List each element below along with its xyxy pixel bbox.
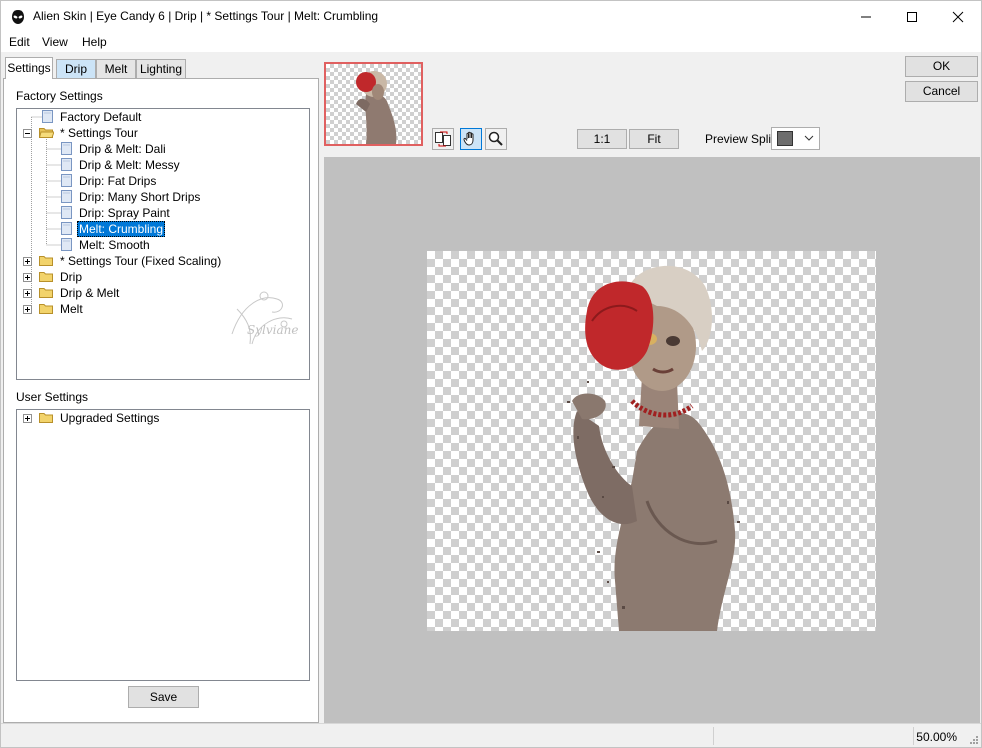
tree-item-settings-tour[interactable]: * Settings Tour — [17, 125, 309, 141]
hand-pan-button[interactable] — [460, 128, 482, 150]
tree-item-drip-melt-dali[interactable]: Drip & Melt: Dali — [17, 141, 309, 157]
minimize-icon — [861, 16, 871, 17]
menu-bar: Edit View Help — [1, 32, 981, 52]
menu-edit[interactable]: Edit — [9, 35, 30, 49]
save-button[interactable]: Save — [128, 686, 199, 708]
expand-toggle-icon[interactable] — [23, 305, 32, 314]
tab-melt[interactable]: Melt — [96, 59, 136, 78]
title-bar[interactable]: Alien Skin | Eye Candy 6 | Drip | * Sett… — [1, 1, 981, 32]
expand-toggle-icon[interactable] — [23, 257, 32, 266]
thumbnail-image — [356, 71, 397, 144]
factory-settings-tree[interactable]: Factory Default * Settings Tour Drip & M… — [16, 108, 310, 380]
maximize-button[interactable] — [889, 1, 935, 32]
menu-help[interactable]: Help — [82, 35, 107, 49]
settings-tab-pane: Factory Settings Factory Default * Setti… — [3, 78, 319, 723]
window-title: Alien Skin | Eye Candy 6 | Drip | * Sett… — [33, 9, 379, 23]
tree-item-label: Drip: Many Short Drips — [79, 190, 201, 204]
tree-item-drip-many-short-drips[interactable]: Drip: Many Short Drips — [17, 189, 309, 205]
tree-item-drip-spray-paint[interactable]: Drip: Spray Paint — [17, 205, 309, 221]
tree-item-melt-smooth[interactable]: Melt: Smooth — [17, 237, 309, 253]
preview-image — [567, 265, 740, 631]
expand-toggle-icon[interactable] — [23, 289, 32, 298]
watermark-flourish: Sylviane — [231, 291, 298, 345]
tree-item-drip-fat-drips[interactable]: Drip: Fat Drips — [17, 173, 309, 189]
tree-item-label: Drip: Spray Paint — [79, 206, 170, 220]
document-icon — [42, 110, 53, 123]
swap-preview-button[interactable] — [432, 128, 454, 150]
preview-split-dropdown[interactable] — [771, 127, 820, 150]
tab-drip[interactable]: Drip — [56, 59, 96, 78]
ok-button[interactable]: OK — [905, 56, 978, 77]
tab-lighting[interactable]: Lighting — [136, 59, 186, 78]
folder-icon — [39, 256, 53, 266]
expand-toggle-icon[interactable] — [23, 414, 32, 423]
folder-icon — [39, 272, 53, 282]
cancel-button[interactable]: Cancel — [905, 81, 978, 102]
tree-item-label: Drip & Melt: Messy — [79, 158, 180, 172]
tree-item-label: Factory Default — [60, 110, 142, 124]
zoom-button[interactable] — [485, 128, 507, 150]
settings-panel: Settings Drip Melt Lighting Factory Sett… — [1, 52, 321, 723]
close-icon — [952, 11, 964, 22]
zoom-level: 50.00% — [916, 730, 957, 744]
document-icon — [61, 238, 72, 251]
zoom-magnifier-icon — [488, 131, 503, 146]
resize-grip-icon[interactable] — [967, 733, 979, 745]
document-icon — [61, 190, 72, 203]
tree-item-drip-melt-messy[interactable]: Drip & Melt: Messy — [17, 157, 309, 173]
preview-canvas[interactable] — [427, 251, 876, 631]
preview-area[interactable] — [324, 157, 980, 723]
tab-settings[interactable]: Settings — [5, 57, 53, 79]
tree-item-label: * Settings Tour (Fixed Scaling) — [60, 254, 222, 268]
tree-item-label: * Settings Tour — [60, 126, 138, 140]
alien-skin-logo-icon — [12, 10, 24, 24]
eye-candy-window: Alien Skin | Eye Candy 6 | Drip | * Sett… — [0, 0, 982, 748]
status-divider — [913, 727, 914, 745]
user-settings-label: User Settings — [16, 390, 89, 404]
tree-item-label-selected: Melt: Crumbling — [77, 221, 166, 237]
status-bar: 50.00% — [1, 723, 981, 747]
hand-pan-icon — [463, 131, 474, 146]
zoom-1-1-button[interactable]: 1:1 — [577, 129, 627, 149]
preview-split-label: Preview Split: — [705, 132, 778, 146]
tree-item-label: Drip & Melt — [60, 286, 120, 300]
fit-button[interactable]: Fit — [629, 129, 679, 149]
document-icon — [61, 174, 72, 187]
user-settings-tree[interactable]: Upgraded Settings — [16, 409, 310, 681]
chevron-down-icon — [804, 135, 814, 141]
tree-item-settings-tour-fixed-scaling[interactable]: * Settings Tour (Fixed Scaling) — [17, 253, 309, 269]
menu-view[interactable]: View — [42, 35, 68, 49]
document-icon — [61, 206, 72, 219]
tree-item-label: Melt: Smooth — [79, 238, 150, 252]
minimize-button[interactable] — [843, 1, 889, 32]
folder-icon — [39, 304, 53, 314]
folder-icon — [39, 288, 53, 298]
document-icon — [61, 222, 72, 235]
folder-icon — [39, 413, 53, 423]
swap-preview-icon — [435, 131, 451, 147]
tree-item-upgraded-settings[interactable]: Upgraded Settings — [17, 410, 309, 426]
navigator-thumbnail[interactable] — [324, 62, 423, 146]
tree-item-factory-default[interactable]: Factory Default — [17, 109, 309, 125]
tree-item-label: Drip: Fat Drips — [79, 174, 157, 188]
expand-toggle-icon[interactable] — [23, 273, 32, 282]
tree-item-label: Melt — [60, 302, 83, 316]
document-icon — [61, 142, 72, 155]
status-segment — [713, 727, 913, 745]
close-button[interactable] — [935, 1, 981, 32]
maximize-icon — [907, 11, 917, 22]
tree-item-label: Drip — [60, 270, 83, 284]
collapse-toggle-icon[interactable] — [23, 129, 32, 138]
preview-split-swatch — [777, 131, 793, 146]
document-icon — [61, 158, 72, 171]
folder-open-icon — [39, 128, 54, 138]
tree-item-label: Upgraded Settings — [60, 411, 160, 425]
factory-settings-label: Factory Settings — [16, 89, 103, 103]
tree-item-label: Drip & Melt: Dali — [79, 142, 166, 156]
tree-item-melt-crumbling[interactable]: Melt: Crumbling — [17, 221, 309, 237]
watermark-text: Sylviane — [247, 323, 298, 337]
